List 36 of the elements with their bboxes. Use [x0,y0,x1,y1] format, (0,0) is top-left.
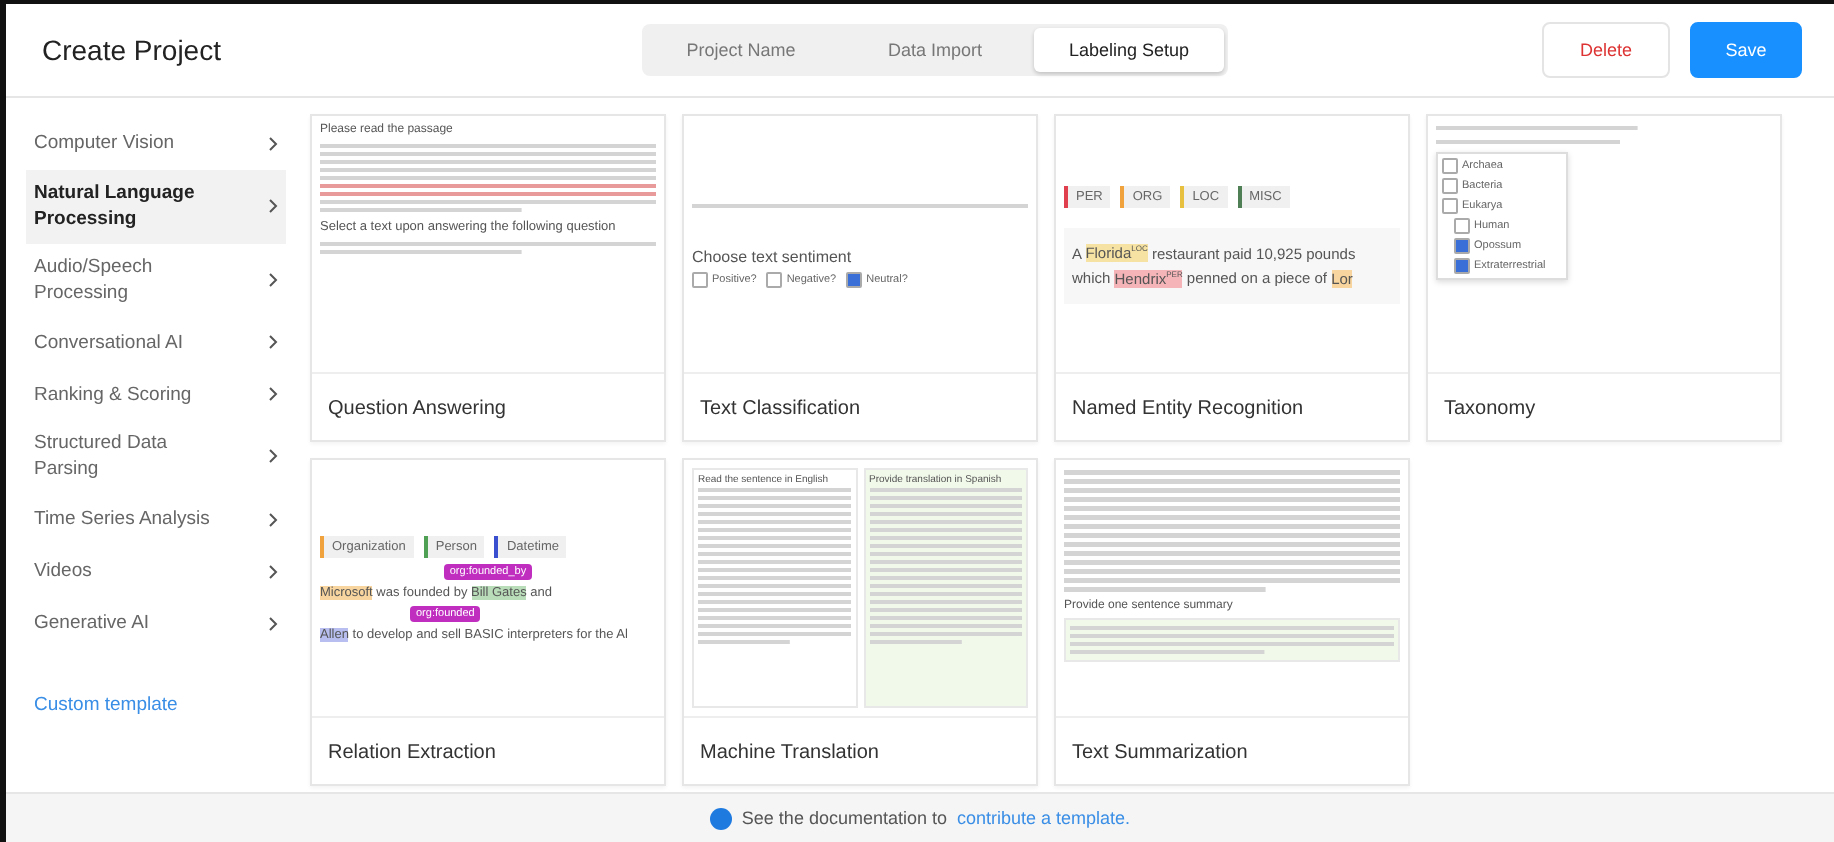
category-item[interactable]: Videos [26,545,286,598]
chevron-icon [268,334,278,351]
template-title: Relation Extraction [326,740,498,768]
chevron-icon [268,511,278,528]
chevron-icon [268,386,278,403]
step-tab[interactable]: Project Name [646,28,836,72]
chevron-icon [268,198,278,215]
footer-text: See the documentation to [741,808,947,828]
contribute-link[interactable]: contribute a template. [957,808,1131,828]
template-title: Machine Translation [698,740,881,768]
template-title: Taxonomy [1442,396,1538,424]
template-title: Text Summarization [1070,740,1250,768]
chevron-icon [268,271,278,288]
category-item[interactable]: Computer Vision [26,118,286,170]
page-title: Create Project [42,34,223,66]
category-item[interactable]: Audio/Speech Processing [26,243,286,317]
category-item[interactable]: Natural Language Processing [26,170,286,244]
custom-template-link[interactable]: Custom template [26,693,282,716]
category-item[interactable]: Ranking & Scoring [26,368,286,421]
sentiment-prompt: Choose text sentiment [692,247,854,265]
template-title: Question Answering [326,396,508,424]
category-item[interactable]: Time Series Analysis [26,493,286,546]
step-tab[interactable]: Labeling Setup [1034,28,1224,72]
category-item[interactable]: Conversational AI [26,316,286,369]
template-title: Text Classification [698,396,863,424]
delete-button[interactable]: Delete [1542,22,1670,78]
save-button[interactable]: Save [1690,22,1802,78]
chevron-icon [268,615,278,632]
info-icon [709,807,732,829]
category-item[interactable]: Generative AI [26,597,286,650]
chevron-icon [268,448,278,465]
template-title: Named Entity Recognition [1070,396,1306,424]
category-item[interactable]: Structured Data Parsing [26,420,286,494]
step-tab[interactable]: Data Import [840,28,1030,72]
chevron-icon [268,563,278,580]
chevron-icon [268,136,278,152]
